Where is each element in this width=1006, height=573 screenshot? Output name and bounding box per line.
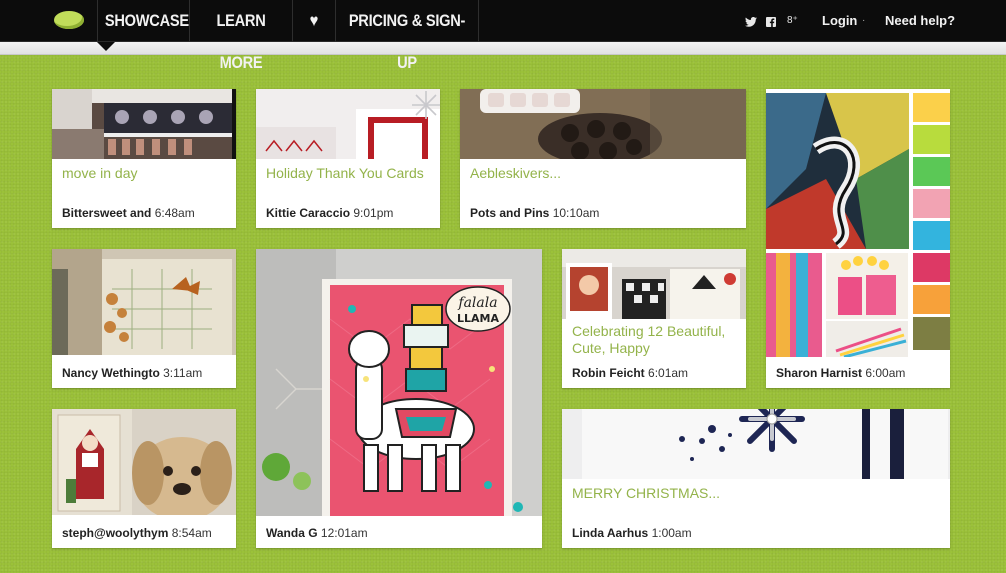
author-name[interactable]: Linda Aarhus (572, 526, 648, 540)
author-name[interactable]: Wanda G (266, 526, 318, 540)
svg-text:falala: falala (457, 295, 497, 311)
project-card-falala-llama[interactable]: falala LLAMA Wanda G 12:01am (256, 249, 542, 548)
facebook-icon[interactable] (766, 0, 776, 42)
post-time: 6:00am (865, 366, 906, 380)
nav-showcase[interactable]: SHOWCASE (97, 0, 189, 42)
project-card-move-in-day[interactable]: move in day Bittersweet and 6:48am (52, 89, 236, 228)
project-thumbnail-image[interactable]: falala LLAMA (256, 249, 542, 516)
project-title[interactable]: Aebleskivers... (470, 165, 738, 182)
project-thumbnail-image[interactable] (52, 249, 236, 355)
project-title[interactable]: Celebrating 12 Beautiful, Cute, Happy (572, 323, 738, 357)
project-thumbnail-image[interactable] (52, 89, 236, 159)
project-card-merry-christmas[interactable]: MERRY CHRISTMAS... Linda Aarhus 1:00am (562, 409, 950, 548)
author-name[interactable]: Sharon Harnist (776, 366, 862, 380)
nav-favorites-heart-icon[interactable]: ♥ (292, 0, 335, 42)
project-thumbnail-image[interactable] (256, 89, 440, 159)
nav-separator: · (862, 15, 866, 26)
post-time: 6:01am (648, 366, 689, 380)
top-navigation-bar: SHOWCASE LEARN MORE ♥ PRICING & SIGN-UP … (0, 0, 1006, 72)
project-card-graffiti-palette[interactable]: Sharon Harnist 6:00am (766, 89, 950, 388)
project-thumbnail-image[interactable] (460, 89, 746, 159)
author-name[interactable]: steph@woolythym (62, 526, 168, 540)
project-thumbnail-image[interactable] (562, 249, 746, 319)
author-name[interactable]: Nancy Wethingto (62, 366, 160, 380)
active-tab-caret-icon (97, 42, 115, 51)
author-name[interactable]: Robin Feicht (572, 366, 645, 380)
post-time: 8:54am (171, 526, 212, 540)
twitter-icon[interactable] (745, 0, 757, 42)
lily-pad-logo-icon (54, 11, 84, 29)
author-name[interactable]: Kittie Caraccio (266, 206, 350, 220)
project-card-steph-woolythym[interactable]: steph@woolythym 8:54am (52, 409, 236, 548)
post-time: 6:48am (154, 206, 195, 220)
project-title[interactable]: MERRY CHRISTMAS... (572, 485, 942, 502)
need-help-link[interactable]: Need help? (885, 0, 955, 42)
project-author-time: Pots and Pins 10:10am (470, 206, 742, 220)
project-title[interactable]: Holiday Thank You Cards (266, 165, 432, 182)
project-thumbnail-image[interactable] (52, 409, 236, 515)
project-author-time: Kittie Caraccio 9:01pm (266, 206, 436, 220)
project-card-holiday-thank-you[interactable]: Holiday Thank You Cards Kittie Caraccio … (256, 89, 440, 228)
project-author-time: Sharon Harnist 6:00am (776, 366, 946, 380)
post-time: 10:10am (552, 206, 600, 220)
project-author-time: Nancy Wethingto 3:11am (62, 366, 232, 380)
nav-pricing-signup[interactable]: PRICING & SIGN-UP (335, 0, 479, 72)
project-author-time: Robin Feicht 6:01am (572, 366, 742, 380)
project-thumbnail-image[interactable] (562, 409, 950, 479)
project-card-celebrating-12[interactable]: Celebrating 12 Beautiful, Cute, Happy Ro… (562, 249, 746, 388)
post-time: 1:00am (651, 526, 692, 540)
project-author-time: steph@woolythym 8:54am (62, 526, 232, 540)
subheader-strip (0, 42, 1006, 55)
post-time: 9:01pm (353, 206, 394, 220)
project-title[interactable]: move in day (62, 165, 228, 182)
project-card-aebleskivers[interactable]: Aebleskivers... Pots and Pins 10:10am (460, 89, 746, 228)
svg-text:LLAMA: LLAMA (457, 312, 499, 325)
post-time: 3:11am (163, 366, 203, 380)
google-plus-icon[interactable]: 8⁺ (787, 0, 798, 42)
project-author-time: Linda Aarhus 1:00am (572, 526, 946, 540)
author-name[interactable]: Bittersweet and (62, 206, 151, 220)
nav-learn-more[interactable]: LEARN MORE (189, 0, 292, 72)
post-time: 12:01am (320, 526, 368, 540)
project-thumbnail-image[interactable] (766, 89, 950, 357)
home-logo-link[interactable] (0, 0, 97, 42)
login-link[interactable]: Login (822, 0, 857, 42)
project-author-time: Bittersweet and 6:48am (62, 206, 232, 220)
author-name[interactable]: Pots and Pins (470, 206, 549, 220)
project-card-nancy-wethington[interactable]: Nancy Wethingto 3:11am (52, 249, 236, 388)
project-author-time: Wanda G 12:01am (266, 526, 538, 540)
